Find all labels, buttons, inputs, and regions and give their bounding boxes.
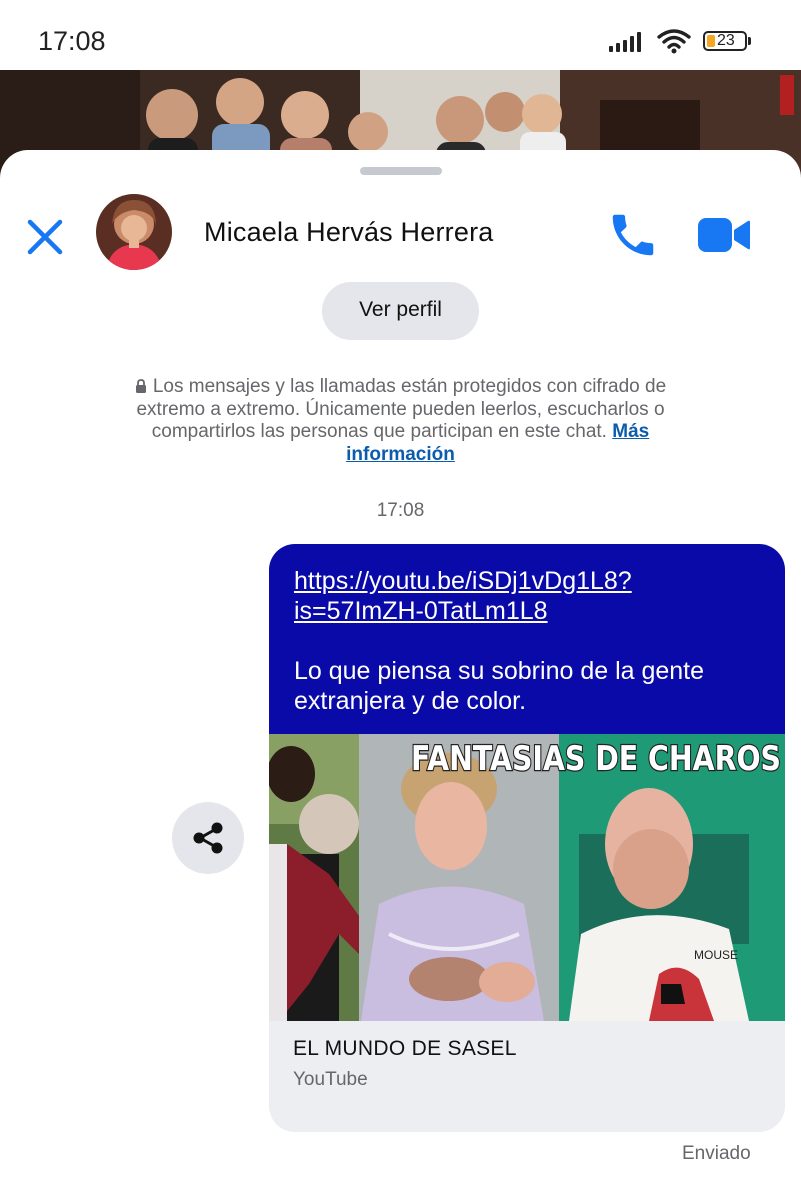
avatar[interactable] xyxy=(96,194,172,270)
message-body: Lo que piensa su sobrino de la gente ext… xyxy=(294,657,705,715)
status-icons: 23 xyxy=(609,28,751,54)
message-text-area: https://youtu.be/iSDj1vDg1L8? is=57ImZH-0… xyxy=(269,544,785,734)
sheet-grabber[interactable] xyxy=(360,167,442,175)
battery-level: 23 xyxy=(717,32,735,49)
thumbnail-title: FANTASIAS DE CHAROS xyxy=(411,739,781,779)
message-link[interactable]: https://youtu.be/iSDj1vDg1L8? is=57ImZH-0… xyxy=(294,566,761,626)
contact-name[interactable]: Micaela Hervás Herrera xyxy=(204,217,493,248)
message-status: Enviado xyxy=(682,1143,751,1164)
chat-header: Micaela Hervás Herrera xyxy=(0,190,801,275)
audio-call-button[interactable] xyxy=(606,208,660,262)
close-button[interactable] xyxy=(22,214,68,260)
video-call-button[interactable] xyxy=(696,210,752,260)
sent-message-bubble[interactable]: https://youtu.be/iSDj1vDg1L8? is=57ImZH-0… xyxy=(269,544,785,1132)
status-time: 17:08 xyxy=(38,26,106,56)
signal-icon xyxy=(609,32,641,52)
wifi-icon xyxy=(657,29,691,54)
chat-sheet: Micaela Hervás Herrera Ver perfil Los me… xyxy=(0,150,801,1199)
share-button[interactable] xyxy=(172,802,244,874)
battery-icon: 23 xyxy=(703,31,751,51)
link-preview-info: EL MUNDO DE SASEL YouTube xyxy=(269,1021,785,1091)
phone-icon xyxy=(612,214,654,256)
video-camera-icon xyxy=(698,218,750,252)
link-preview-site: YouTube xyxy=(293,1069,368,1090)
share-icon xyxy=(193,822,223,854)
link-preview-title: EL MUNDO DE SASEL xyxy=(293,1037,517,1060)
encryption-notice: Los mensajes y las llamadas están proteg… xyxy=(100,376,701,466)
message-timestamp: 17:08 xyxy=(376,500,425,521)
status-bar: 17:08 23 xyxy=(0,0,801,70)
lock-icon xyxy=(135,379,146,393)
encryption-notice-text: Los mensajes y las llamadas están proteg… xyxy=(136,376,667,442)
shirt-text: MOUSE xyxy=(694,948,738,962)
view-profile-button[interactable]: Ver perfil xyxy=(322,282,479,340)
video-thumbnail[interactable]: MOUSE FANTASIAS DE CHAROS xyxy=(269,734,785,1021)
close-icon xyxy=(27,219,63,255)
